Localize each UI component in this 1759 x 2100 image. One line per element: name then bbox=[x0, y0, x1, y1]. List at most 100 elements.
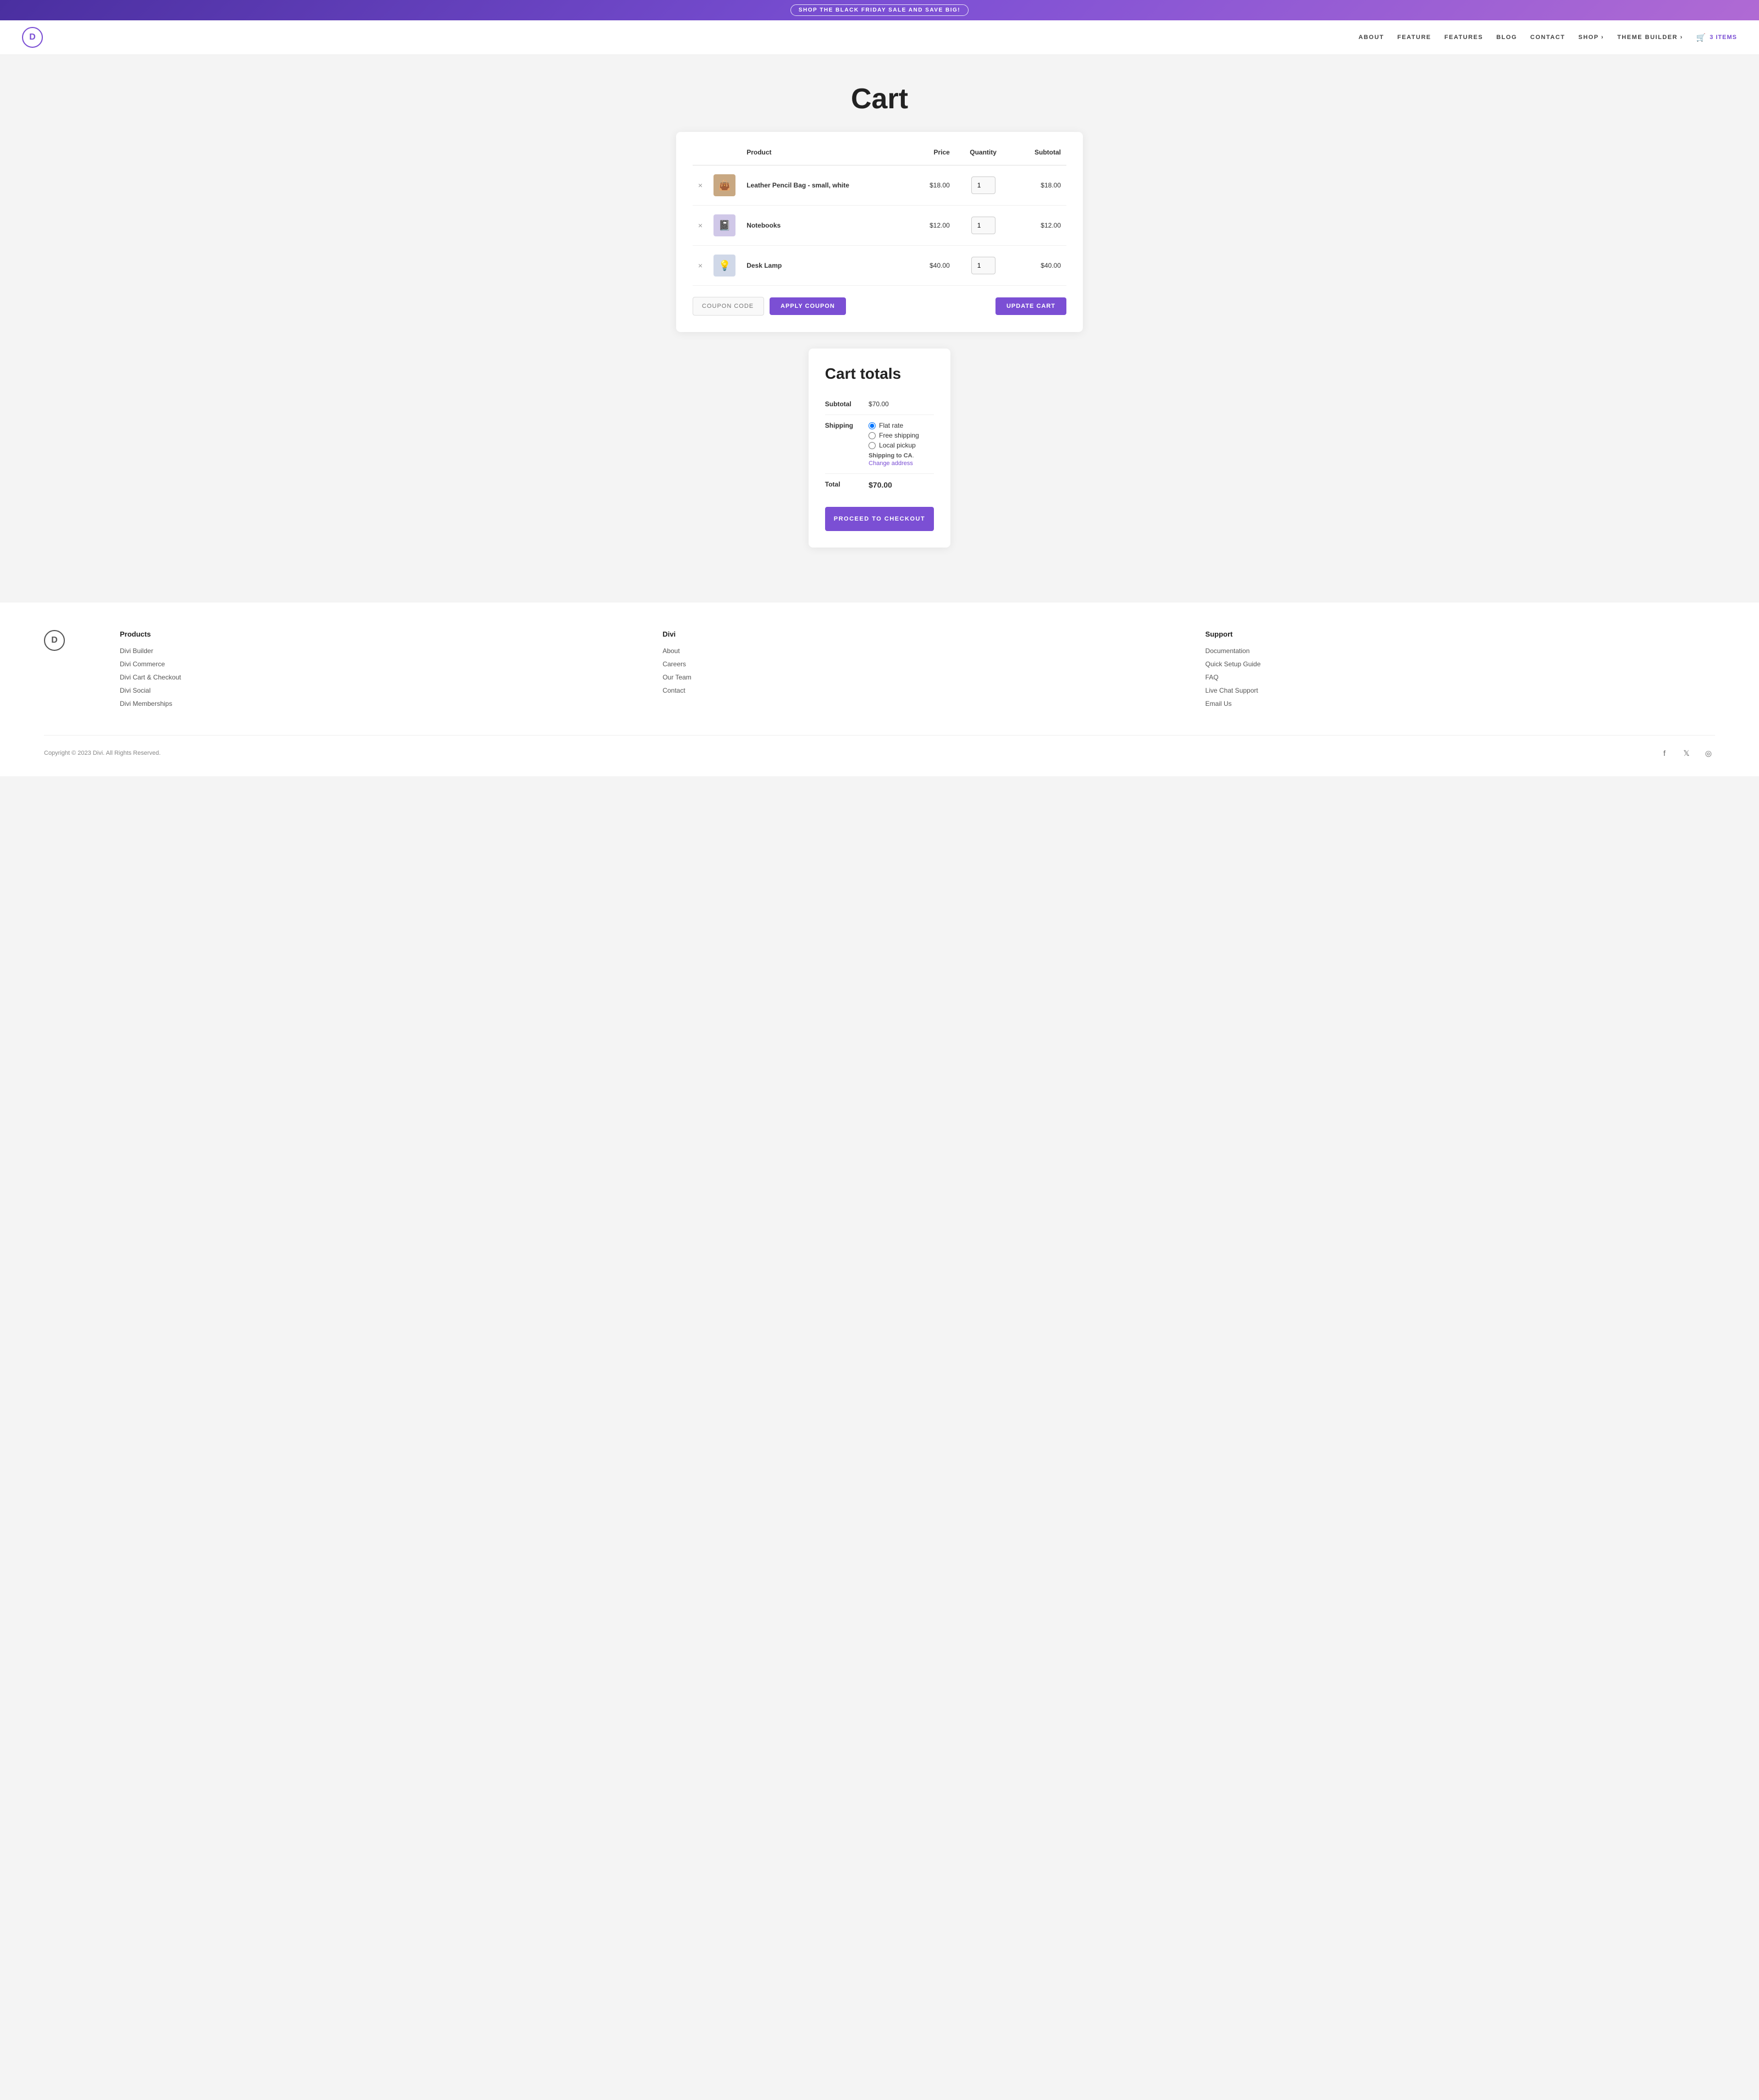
table-row: × 💡 Desk Lamp $40.00 $40.00 bbox=[693, 246, 1066, 286]
footer-link-divi-memberships[interactable]: Divi Memberships bbox=[120, 700, 629, 708]
shipping-free-label: Free shipping bbox=[879, 432, 919, 439]
col-subtotal: Subtotal bbox=[1011, 143, 1066, 165]
main-content: Product Price Quantity Subtotal × 👜 Leat… bbox=[665, 132, 1094, 581]
footer-link-documentation[interactable]: Documentation bbox=[1205, 647, 1715, 655]
total-value: $70.00 bbox=[869, 474, 934, 496]
table-row: × 👜 Leather Pencil Bag - small, white $1… bbox=[693, 165, 1066, 206]
product-price-3: $40.00 bbox=[909, 246, 955, 286]
col-remove bbox=[693, 143, 708, 165]
nav-theme-builder[interactable]: THEME BUILDER bbox=[1617, 34, 1683, 41]
social-icons: f 𝕏 ◎ bbox=[1658, 747, 1715, 760]
cart-table: Product Price Quantity Subtotal × 👜 Leat… bbox=[693, 143, 1066, 286]
shipping-note: Shipping to CA. bbox=[869, 452, 934, 459]
nav-features[interactable]: FEATURES bbox=[1445, 34, 1483, 41]
footer-link-divi-cart[interactable]: Divi Cart & Checkout bbox=[120, 673, 629, 681]
total-row: Total $70.00 bbox=[825, 474, 934, 496]
copyright: Copyright © 2023 Divi. All Rights Reserv… bbox=[44, 750, 161, 756]
change-address-link[interactable]: Change address bbox=[869, 460, 913, 467]
shipping-note-text: Shipping to bbox=[869, 452, 901, 459]
product-subtotal-3: $40.00 bbox=[1011, 246, 1066, 286]
footer-link-divi-social[interactable]: Divi Social bbox=[120, 687, 629, 694]
shipping-local-label: Local pickup bbox=[879, 441, 916, 449]
shipping-options-cell: Flat rate Free shipping Local pickup bbox=[869, 415, 934, 474]
shipping-option-local[interactable]: Local pickup bbox=[869, 441, 934, 449]
product-name-2: Notebooks bbox=[746, 222, 781, 229]
remove-item-2[interactable]: × bbox=[698, 221, 703, 230]
nav-feature[interactable]: FEATURE bbox=[1397, 34, 1431, 41]
shipping-radio-free[interactable] bbox=[869, 432, 876, 439]
footer-link-quick-setup[interactable]: Quick Setup Guide bbox=[1205, 660, 1715, 668]
footer-link-contact[interactable]: Contact bbox=[662, 687, 1172, 694]
cart-icon: 🛒 bbox=[1696, 33, 1706, 42]
cart-nav[interactable]: 🛒 3 ITEMS bbox=[1696, 33, 1737, 42]
footer-col-divi-title: Divi bbox=[662, 630, 1172, 638]
footer-col-products: Products Divi Builder Divi Commerce Divi… bbox=[120, 630, 629, 713]
product-img-2: 📓 bbox=[713, 214, 735, 236]
footer-logo: D bbox=[44, 630, 65, 651]
footer-link-divi-commerce[interactable]: Divi Commerce bbox=[120, 660, 629, 668]
shipping-options: Flat rate Free shipping Local pickup bbox=[869, 422, 934, 449]
product-img-3: 💡 bbox=[713, 255, 735, 277]
cart-table-container: Product Price Quantity Subtotal × 👜 Leat… bbox=[676, 132, 1083, 332]
col-product: Product bbox=[741, 143, 909, 165]
footer-link-our-team[interactable]: Our Team bbox=[662, 673, 1172, 681]
cart-totals-wrapper: Cart totals Subtotal $70.00 Shipping Fla… bbox=[676, 349, 1083, 548]
instagram-icon[interactable]: ◎ bbox=[1702, 747, 1715, 760]
banner-text: SHOP THE BLACK FRIDAY SALE AND SAVE BIG! bbox=[790, 4, 969, 16]
shipping-option-free[interactable]: Free shipping bbox=[869, 432, 934, 439]
nav-blog[interactable]: BLOG bbox=[1496, 34, 1517, 41]
page-title: Cart bbox=[11, 82, 1748, 115]
footer-link-live-chat[interactable]: Live Chat Support bbox=[1205, 687, 1715, 694]
header: D ABOUT FEATURE FEATURES BLOG CONTACT SH… bbox=[0, 20, 1759, 55]
cart-totals-container: Cart totals Subtotal $70.00 Shipping Fla… bbox=[809, 349, 950, 548]
footer-link-careers[interactable]: Careers bbox=[662, 660, 1172, 668]
remove-item-1[interactable]: × bbox=[698, 181, 703, 190]
shipping-option-flat[interactable]: Flat rate bbox=[869, 422, 934, 429]
coupon-row: APPLY COUPON UPDATE CART bbox=[693, 297, 1066, 316]
cart-item-count: 3 ITEMS bbox=[1710, 34, 1737, 41]
coupon-left: APPLY COUPON bbox=[693, 297, 846, 316]
shipping-row: Shipping Flat rate Free shipping bbox=[825, 415, 934, 474]
subtotal-value: $70.00 bbox=[869, 394, 934, 415]
footer-col-divi: Divi About Careers Our Team Contact bbox=[662, 630, 1172, 713]
subtotal-label: Subtotal bbox=[825, 394, 869, 415]
facebook-icon[interactable]: f bbox=[1658, 747, 1671, 760]
qty-input-2[interactable] bbox=[971, 217, 995, 234]
qty-input-1[interactable] bbox=[971, 176, 995, 194]
product-subtotal-1: $18.00 bbox=[1011, 165, 1066, 206]
nav-shop[interactable]: SHOP bbox=[1578, 34, 1604, 41]
table-row: × 📓 Notebooks $12.00 $12.00 bbox=[693, 206, 1066, 246]
footer-bottom: Copyright © 2023 Divi. All Rights Reserv… bbox=[44, 735, 1715, 760]
remove-item-3[interactable]: × bbox=[698, 261, 703, 270]
subtotal-row: Subtotal $70.00 bbox=[825, 394, 934, 415]
main-nav: ABOUT FEATURE FEATURES BLOG CONTACT SHOP… bbox=[1358, 33, 1737, 42]
shipping-radio-local[interactable] bbox=[869, 442, 876, 449]
product-img-icon-1: 👜 bbox=[718, 180, 731, 191]
twitter-icon[interactable]: 𝕏 bbox=[1680, 747, 1693, 760]
update-cart-button[interactable]: UPDATE CART bbox=[995, 297, 1066, 315]
page-title-section: Cart bbox=[0, 55, 1759, 132]
shipping-state: CA bbox=[904, 452, 912, 459]
footer-link-email-us[interactable]: Email Us bbox=[1205, 700, 1715, 708]
checkout-button[interactable]: PROCEED TO CHECKOUT bbox=[825, 507, 934, 531]
qty-input-3[interactable] bbox=[971, 257, 995, 274]
col-quantity: Quantity bbox=[955, 143, 1011, 165]
footer-col-support: Support Documentation Quick Setup Guide … bbox=[1205, 630, 1715, 713]
product-subtotal-2: $12.00 bbox=[1011, 206, 1066, 246]
footer-top: D Products Divi Builder Divi Commerce Di… bbox=[44, 630, 1715, 735]
shipping-radio-flat[interactable] bbox=[869, 422, 876, 429]
shipping-label: Shipping bbox=[825, 415, 869, 474]
footer-link-divi-builder[interactable]: Divi Builder bbox=[120, 647, 629, 655]
logo[interactable]: D bbox=[22, 27, 43, 48]
footer-link-faq[interactable]: FAQ bbox=[1205, 673, 1715, 681]
apply-coupon-button[interactable]: APPLY COUPON bbox=[770, 297, 846, 315]
nav-contact[interactable]: CONTACT bbox=[1530, 34, 1565, 41]
product-img-1: 👜 bbox=[713, 174, 735, 196]
nav-about[interactable]: ABOUT bbox=[1358, 34, 1384, 41]
product-img-icon-2: 📓 bbox=[718, 220, 731, 231]
coupon-input[interactable] bbox=[693, 297, 764, 316]
product-price-2: $12.00 bbox=[909, 206, 955, 246]
footer-link-about[interactable]: About bbox=[662, 647, 1172, 655]
col-img bbox=[708, 143, 741, 165]
shipping-flat-label: Flat rate bbox=[879, 422, 903, 429]
